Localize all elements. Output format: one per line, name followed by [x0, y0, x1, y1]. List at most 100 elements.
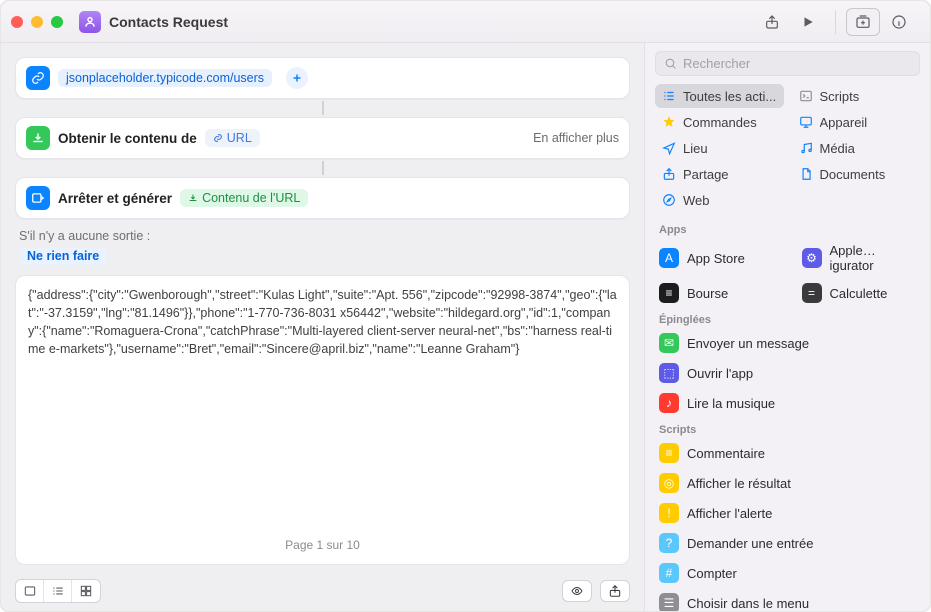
footer-share-button[interactable] — [600, 580, 630, 602]
app-icon: # — [659, 563, 679, 583]
info-button[interactable] — [882, 8, 916, 36]
item-label: Afficher l'alerte — [687, 506, 772, 521]
item-label: Envoyer un message — [687, 336, 809, 351]
app-icon: ⬚ — [659, 363, 679, 383]
quicklook-button[interactable] — [562, 580, 592, 602]
item-label: Commentaire — [687, 446, 765, 461]
item-label: Demander une entrée — [687, 536, 813, 551]
app-icon: ✉ — [659, 333, 679, 353]
category-terminal[interactable]: Scripts — [792, 84, 921, 108]
get-contents-label: Obtenir le contenu de — [58, 131, 197, 146]
pinned-item[interactable]: ♪ Lire la musique — [645, 388, 930, 418]
terminal-icon — [798, 88, 814, 104]
category-label: Scripts — [820, 89, 860, 104]
get-contents-card[interactable]: Obtenir le contenu de URL En afficher pl… — [15, 117, 630, 159]
pinned-section-title: Épinglées — [645, 308, 930, 328]
output-icon — [26, 186, 50, 210]
category-label: Documents — [820, 167, 886, 182]
view-grid-button[interactable] — [72, 580, 100, 602]
search-field[interactable] — [655, 51, 920, 76]
actions-sidebar: Toutes les acti... Scripts Commandes Appare… — [644, 43, 930, 611]
nav-icon — [661, 140, 677, 156]
share-icon — [661, 166, 677, 182]
zoom-button[interactable] — [51, 16, 63, 28]
view-mode-segment — [15, 579, 101, 603]
app-icon: ♪ — [659, 393, 679, 413]
traffic-lights — [11, 16, 63, 28]
if-no-output-block: S'il n'y a aucune sortie : Ne rien faire — [15, 229, 630, 265]
add-url-button[interactable] — [286, 67, 308, 89]
category-list[interactable]: Toutes les acti... — [655, 84, 784, 108]
item-label: Compter — [687, 566, 737, 581]
script-item[interactable]: # Compter — [645, 558, 930, 588]
editor-footer — [15, 575, 630, 603]
stop-output-card[interactable]: Arrêter et générer Contenu de l'URL — [15, 177, 630, 219]
show-more-button[interactable]: En afficher plus — [533, 131, 619, 145]
category-share[interactable]: Partage — [655, 162, 784, 186]
view-canvas-button[interactable] — [16, 580, 44, 602]
workflow-editor: jsonplaceholder.typicode.com/users Obten… — [1, 43, 644, 611]
app-icon: ◎ — [659, 473, 679, 493]
url-token[interactable]: jsonplaceholder.typicode.com/users — [58, 69, 272, 87]
safari-icon — [661, 192, 677, 208]
script-item[interactable]: ?Demander une entrée — [645, 528, 930, 558]
shortcut-icon — [79, 11, 101, 33]
apps-section-title: Apps — [645, 218, 930, 238]
stop-output-label: Arrêter et générer — [58, 191, 172, 206]
category-star[interactable]: Commandes — [655, 110, 784, 134]
list-icon — [661, 88, 677, 104]
view-list-button[interactable] — [44, 580, 72, 602]
category-label: Partage — [683, 167, 729, 182]
category-nav[interactable]: Lieu — [655, 136, 784, 160]
category-safari[interactable]: Web — [655, 188, 784, 212]
library-button[interactable] — [846, 8, 880, 36]
music-icon — [798, 140, 814, 156]
do-nothing-button[interactable]: Ne rien faire — [19, 247, 107, 265]
pinned-item[interactable]: ⬚ Ouvrir l'app — [645, 358, 930, 388]
app-item[interactable]: ⚙Apple…igurator — [788, 238, 931, 278]
category-label: Web — [683, 193, 710, 208]
item-label: Apple…igurator — [830, 243, 917, 273]
item-label: Afficher le résultat — [687, 476, 791, 491]
share-button[interactable] — [755, 8, 789, 36]
app-item[interactable]: AApp Store — [645, 238, 788, 278]
script-item[interactable]: ≡Commentaire — [645, 438, 930, 468]
star-icon — [661, 114, 677, 130]
if-no-output-label: S'il n'y a aucune sortie : — [19, 229, 630, 243]
titlebar: Contacts Request — [1, 1, 930, 43]
category-doc[interactable]: Documents — [792, 162, 921, 186]
connector — [15, 161, 630, 175]
categories-grid: Toutes les acti... Scripts Commandes Appare… — [645, 84, 930, 218]
category-device[interactable]: Appareil — [792, 110, 921, 134]
url-variable-token[interactable]: URL — [205, 129, 260, 147]
app-icon: = — [802, 283, 822, 303]
pinned-item[interactable]: ✉ Envoyer un message — [645, 328, 930, 358]
category-label: Appareil — [820, 115, 868, 130]
run-button[interactable] — [791, 8, 825, 36]
download-icon — [26, 126, 50, 150]
window-title: Contacts Request — [109, 14, 228, 30]
doc-icon — [798, 166, 814, 182]
category-music[interactable]: Média — [792, 136, 921, 160]
minimize-button[interactable] — [31, 16, 43, 28]
url-content-token[interactable]: Contenu de l'URL — [180, 189, 308, 207]
item-label: Lire la musique — [687, 396, 775, 411]
output-preview: {"address":{"city":"Gwenborough","street… — [15, 275, 630, 565]
url-action-card[interactable]: jsonplaceholder.typicode.com/users — [15, 57, 630, 99]
app-icon: ≡ — [659, 283, 679, 303]
item-label: Calculette — [830, 286, 888, 301]
app-icon: ☰ — [659, 593, 679, 611]
app-item[interactable]: = Calculette — [788, 278, 931, 308]
app-window: Contacts Request — [0, 0, 931, 612]
script-item[interactable]: ☰Choisir dans le menu — [645, 588, 930, 611]
item-label: Bourse — [687, 286, 728, 301]
search-input[interactable] — [683, 56, 911, 71]
close-button[interactable] — [11, 16, 23, 28]
item-label: Ouvrir l'app — [687, 366, 753, 381]
app-icon: ! — [659, 503, 679, 523]
page-indicator: Page 1 sur 10 — [28, 537, 617, 554]
connector — [15, 101, 630, 115]
app-item[interactable]: ≡ Bourse — [645, 278, 788, 308]
script-item[interactable]: ! Afficher l'alerte — [645, 498, 930, 528]
script-item[interactable]: ◎ Afficher le résultat — [645, 468, 930, 498]
